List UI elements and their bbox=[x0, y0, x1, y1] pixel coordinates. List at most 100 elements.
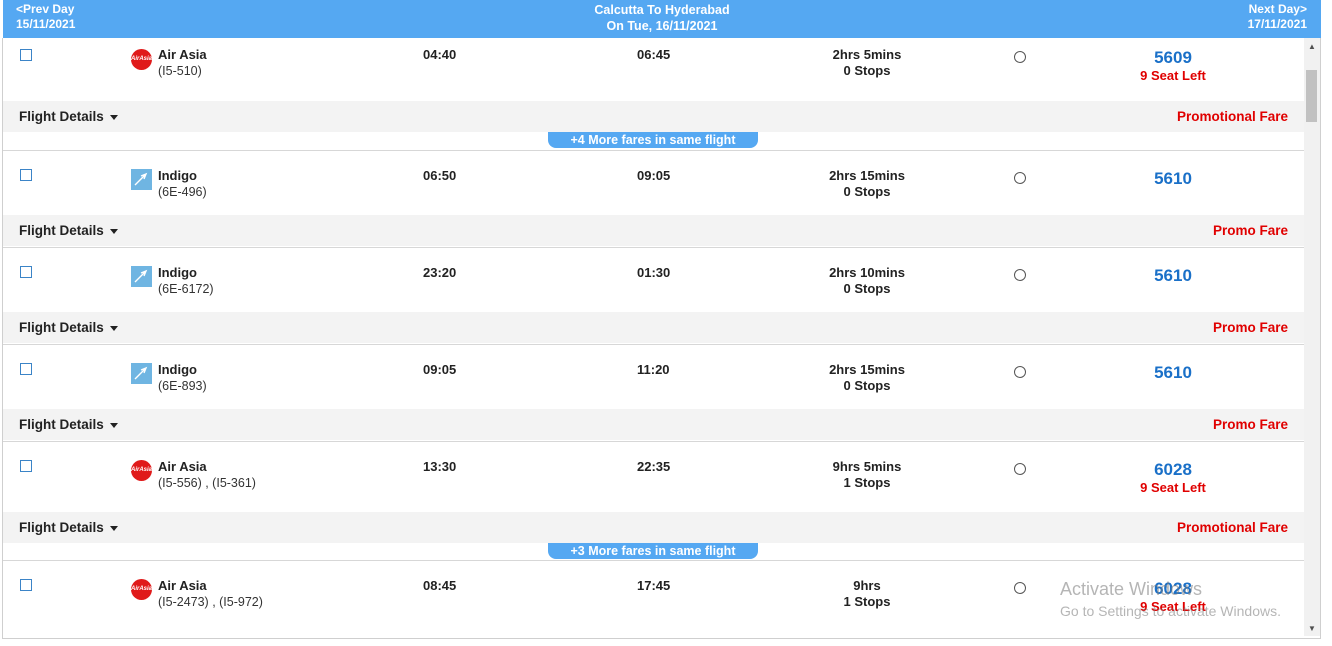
flight-details-toggle[interactable]: Flight Details bbox=[19, 320, 118, 335]
flight-details-label[interactable]: Flight Details bbox=[19, 320, 104, 335]
airasia-logo-icon: AirAsia bbox=[131, 49, 152, 70]
select-flight-radio[interactable] bbox=[1014, 172, 1026, 184]
caret-down-icon[interactable] bbox=[109, 422, 118, 428]
arrival-time: 11:20 bbox=[637, 362, 670, 377]
flight-details-label[interactable]: Flight Details bbox=[19, 520, 104, 535]
flight-number: (6E-496) bbox=[158, 185, 207, 199]
fare-price: 5610 bbox=[1154, 169, 1192, 188]
stops-text: 1 Stops bbox=[843, 594, 891, 609]
stops-text: 1 Stops bbox=[843, 475, 891, 490]
compare-checkbox[interactable] bbox=[20, 579, 32, 591]
next-day-link[interactable]: Next Day> 17/11/2021 bbox=[1248, 2, 1307, 32]
duration: 2hrs 15mins 0 Stops bbox=[817, 362, 917, 394]
duration-text: 2hrs 5mins bbox=[832, 47, 902, 62]
airasia-logo-icon: AirAsia bbox=[131, 579, 152, 600]
compare-checkbox[interactable] bbox=[20, 49, 32, 61]
flight-details-label[interactable]: Flight Details bbox=[19, 417, 104, 432]
airline-info: Air Asia (I5-556) , (I5-361) bbox=[158, 459, 256, 491]
fare-type: Promotional Fare bbox=[1176, 109, 1288, 124]
flight-results-list: AirAsia Air Asia (I5-510) 04:40 06:45 2h… bbox=[3, 38, 1305, 634]
departure-time: 09:05 bbox=[423, 362, 457, 377]
fare-price: 5610 bbox=[1154, 266, 1192, 285]
airline-info: Indigo (6E-6172) bbox=[158, 265, 214, 297]
fare-type: Promo Fare bbox=[1212, 417, 1288, 432]
scroll-down-arrow-icon[interactable]: ▼ bbox=[1308, 624, 1316, 633]
flight-row: Indigo (6E-6172) 23:20 01:30 2hrs 10mins… bbox=[3, 247, 1305, 313]
select-flight-radio[interactable] bbox=[1014, 366, 1026, 378]
duration: 2hrs 15mins 0 Stops bbox=[817, 168, 917, 200]
arrival-time: 22:35 bbox=[637, 459, 671, 474]
airline-name: Indigo bbox=[158, 362, 197, 377]
flight-details-bar: Flight Details Promotional Fare bbox=[3, 101, 1305, 132]
indigo-logo-icon bbox=[131, 266, 152, 287]
watermark-subtitle: Go to Settings to activate Windows. bbox=[1060, 603, 1281, 619]
airline-name: Air Asia bbox=[158, 578, 207, 593]
airline-info: Air Asia (I5-510) bbox=[158, 47, 207, 79]
date-navigation-bar: <Prev Day 15/11/2021 Calcutta To Hyderab… bbox=[3, 0, 1321, 38]
flight-row: AirAsia Air Asia (I5-510) 04:40 06:45 2h… bbox=[3, 38, 1305, 102]
seats-left: 9 Seat Left bbox=[1140, 68, 1206, 83]
caret-down-icon[interactable] bbox=[109, 325, 118, 331]
duration: 2hrs 5mins 0 Stops bbox=[817, 47, 917, 79]
duration-text: 2hrs 15mins bbox=[829, 168, 905, 183]
duration: 9hrs 1 Stops bbox=[817, 578, 917, 610]
select-flight-radio[interactable] bbox=[1014, 582, 1026, 594]
select-flight-radio[interactable] bbox=[1014, 269, 1026, 281]
flight-row: Indigo (6E-496) 06:50 09:05 2hrs 15mins … bbox=[3, 150, 1305, 216]
flight-details-toggle[interactable]: Flight Details bbox=[19, 417, 118, 432]
route-title: Calcutta To Hyderabad On Tue, 16/11/2021 bbox=[3, 2, 1321, 34]
indigo-logo-icon bbox=[131, 363, 152, 384]
airline-name: Indigo bbox=[158, 168, 197, 183]
flight-details-label[interactable]: Flight Details bbox=[19, 223, 104, 238]
airline-info: Air Asia (I5-2473) , (I5-972) bbox=[158, 578, 263, 610]
more-fares-button[interactable]: +3 More fares in same flight bbox=[548, 543, 758, 559]
vertical-scrollbar[interactable]: ▲ ▼ bbox=[1304, 38, 1320, 636]
flight-details-toggle[interactable]: Flight Details bbox=[19, 109, 118, 124]
compare-checkbox[interactable] bbox=[20, 363, 32, 375]
next-day-label[interactable]: Next Day> bbox=[1248, 2, 1307, 17]
arrival-time: 17:45 bbox=[637, 578, 671, 593]
flight-number: (I5-2473) , (I5-972) bbox=[158, 595, 263, 609]
fare-price: 5610 bbox=[1154, 363, 1192, 382]
scroll-up-arrow-icon[interactable]: ▲ bbox=[1308, 42, 1316, 51]
flight-details-bar: Flight Details Promo Fare bbox=[3, 409, 1305, 440]
caret-down-icon[interactable] bbox=[109, 525, 118, 531]
duration-text: 9hrs 5mins bbox=[832, 459, 902, 474]
duration: 9hrs 5mins 1 Stops bbox=[817, 459, 917, 491]
flight-details-bar: Flight Details Promotional Fare bbox=[3, 512, 1305, 543]
travel-date-label: On Tue, 16/11/2021 bbox=[606, 19, 718, 33]
compare-checkbox[interactable] bbox=[20, 460, 32, 472]
fare-price: 5609 bbox=[1154, 48, 1192, 67]
fare-type: Promo Fare bbox=[1212, 320, 1288, 335]
duration: 2hrs 10mins 0 Stops bbox=[817, 265, 917, 297]
next-day-date[interactable]: 17/11/2021 bbox=[1248, 17, 1307, 32]
route-label: Calcutta To Hyderabad bbox=[594, 3, 730, 17]
arrival-time: 01:30 bbox=[637, 265, 671, 280]
duration-text: 2hrs 10mins bbox=[829, 265, 905, 280]
airline-name: Air Asia bbox=[158, 459, 207, 474]
departure-time: 23:20 bbox=[423, 265, 457, 280]
flight-details-bar: Flight Details Promo Fare bbox=[3, 312, 1305, 343]
caret-down-icon[interactable] bbox=[109, 114, 118, 120]
flight-details-toggle[interactable]: Flight Details bbox=[19, 223, 118, 238]
stops-text: 0 Stops bbox=[843, 281, 891, 296]
scrollbar-thumb[interactable] bbox=[1306, 70, 1317, 122]
compare-checkbox[interactable] bbox=[20, 169, 32, 181]
stops-text: 0 Stops bbox=[843, 63, 891, 78]
arrival-time: 06:45 bbox=[637, 47, 671, 62]
caret-down-icon[interactable] bbox=[109, 228, 118, 234]
stops-text: 0 Stops bbox=[843, 378, 891, 393]
flight-details-label[interactable]: Flight Details bbox=[19, 109, 104, 124]
seats-left: 9 Seat Left bbox=[1140, 480, 1206, 495]
select-flight-radio[interactable] bbox=[1014, 51, 1026, 63]
departure-time: 13:30 bbox=[423, 459, 457, 474]
flight-details-toggle[interactable]: Flight Details bbox=[19, 520, 118, 535]
duration-text: 2hrs 15mins bbox=[829, 362, 905, 377]
airline-info: Indigo (6E-496) bbox=[158, 168, 207, 200]
select-flight-radio[interactable] bbox=[1014, 463, 1026, 475]
flight-number: (I5-510) bbox=[158, 64, 202, 78]
flight-number: (I5-556) , (I5-361) bbox=[158, 476, 256, 490]
indigo-logo-icon bbox=[131, 169, 152, 190]
compare-checkbox[interactable] bbox=[20, 266, 32, 278]
more-fares-button[interactable]: +4 More fares in same flight bbox=[548, 132, 758, 148]
